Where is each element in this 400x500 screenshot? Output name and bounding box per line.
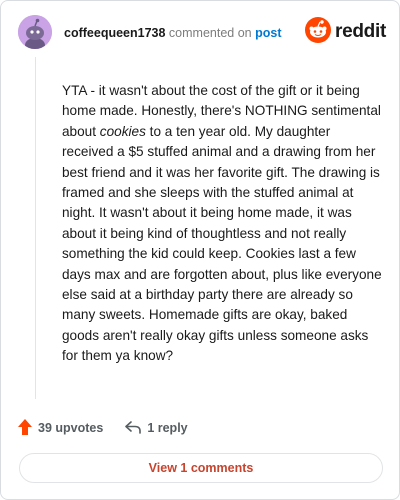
upvote-button[interactable]: 39 upvotes: [18, 418, 104, 438]
comment-header: coffeequeen1738 commented on post reddit: [18, 15, 386, 55]
reddit-wordmark: reddit: [335, 21, 386, 42]
upvote-arrow-icon: [18, 418, 38, 438]
reddit-logo[interactable]: reddit: [305, 16, 386, 48]
commented-label: commented on: [168, 26, 252, 40]
comment-text-emphasis: cookies: [99, 123, 146, 139]
reply-button[interactable]: 1 reply: [125, 420, 188, 437]
reply-count: 1 reply: [147, 421, 188, 435]
comment-card: coffeequeen1738 commented on post reddit: [0, 0, 400, 500]
post-link[interactable]: post: [255, 26, 281, 40]
upvote-count: 39 upvotes: [38, 421, 104, 435]
view-comments-button[interactable]: View 1 comments: [19, 453, 383, 483]
reddit-snoo-icon: [305, 16, 332, 48]
thread-line[interactable]: [35, 57, 36, 399]
comment-meta: coffeequeen1738 commented on post: [64, 26, 281, 40]
comment-body: YTA - it wasn't about the cost of the gi…: [62, 81, 384, 367]
reply-arrow-icon: [125, 420, 147, 437]
snoo-avatar-icon[interactable]: [18, 15, 52, 49]
comment-actions: 39 upvotes 1 reply: [18, 418, 188, 438]
comment-text-part2: to a ten year old. My daughter received …: [62, 123, 382, 364]
username-link[interactable]: coffeequeen1738: [64, 26, 165, 40]
